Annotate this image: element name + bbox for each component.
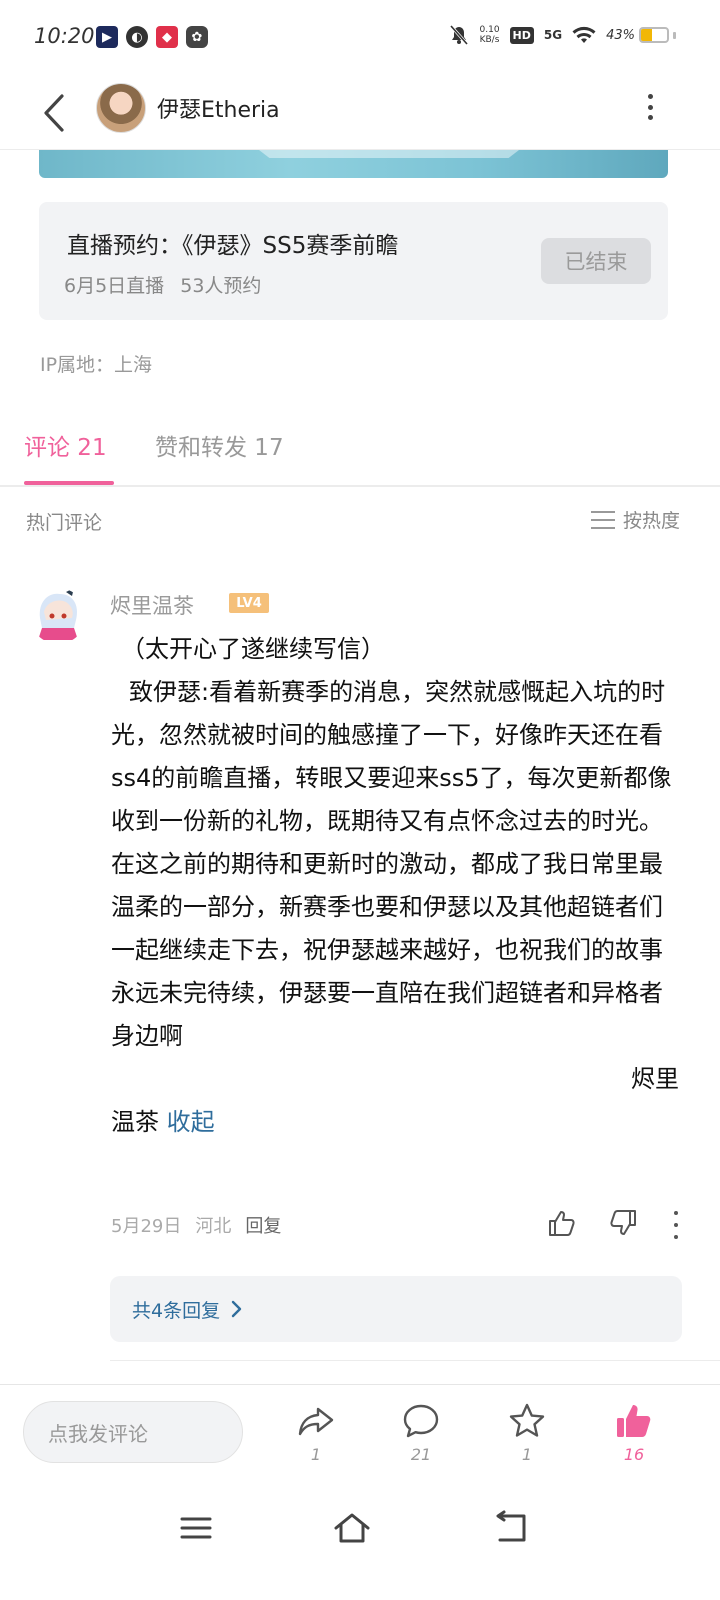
comment-meta: 5月29日 河北 回复 — [111, 1212, 281, 1238]
favorite-button[interactable]: 1 — [497, 1401, 557, 1471]
favorite-count: 1 — [521, 1445, 533, 1464]
comment-body: （太开心了遂继续写信） 致伊瑟:看着新赛季的消息，突然就感慨起入坑的时光，忽然就… — [111, 628, 679, 1144]
system-nav-bar — [0, 1480, 720, 1600]
comment-icon — [403, 1404, 439, 1438]
header: 伊瑟Etheria — [0, 76, 720, 150]
live-reservation-card[interactable]: 直播预约：《伊瑟》SS5赛季前瞻 6月5日直播 53人预约 已结束 — [39, 202, 668, 320]
comment-button[interactable]: 21 — [391, 1401, 451, 1471]
menu-icon — [180, 1517, 212, 1539]
home-icon — [334, 1513, 370, 1543]
comment-input[interactable]: 点我发评论 — [23, 1401, 243, 1463]
chevron-right-icon — [231, 1300, 242, 1318]
hd-badge: HD — [509, 26, 534, 44]
post-banner-image — [39, 150, 668, 178]
tab-comments[interactable]: 评论 21 — [24, 428, 107, 462]
like-button[interactable]: 16 — [604, 1401, 664, 1471]
comment-signature-line2: 温茶 — [111, 1108, 159, 1136]
comment-date: 5月29日 — [111, 1216, 182, 1237]
sort-label: 按热度 — [622, 510, 680, 532]
chevron-left-icon — [44, 94, 64, 132]
live-title: 直播预约：《伊瑟》SS5赛季前瞻 — [67, 233, 399, 259]
comment-signature: 烬里 — [631, 1065, 679, 1093]
back-arrow-icon — [496, 1510, 526, 1542]
net-speed-value: 0.10 — [479, 25, 500, 35]
tab-likes-shares[interactable]: 赞和转发 17 — [155, 428, 284, 462]
tabs: 评论 21 赞和转发 17 — [0, 410, 720, 487]
level-badge: LV4 — [229, 593, 269, 613]
share-icon — [298, 1407, 334, 1436]
battery-fill — [641, 29, 653, 41]
comment-paragraph: （太开心了遂继续写信） — [121, 635, 385, 663]
live-reservations: 53人预约 — [180, 275, 262, 297]
battery-percent: 43% — [606, 27, 635, 43]
comment-location: 河北 — [195, 1216, 232, 1237]
star-icon — [509, 1403, 545, 1437]
share-count: 1 — [310, 1445, 322, 1464]
view-replies-button[interactable]: 共4条回复 — [110, 1276, 682, 1342]
commenter-name[interactable]: 烬里温茶 — [110, 590, 194, 620]
app-notification-icon: ◆ — [156, 26, 178, 48]
battery-tip — [673, 31, 676, 39]
sort-button[interactable]: 按热度 — [590, 506, 680, 533]
more-menu-button[interactable] — [638, 90, 662, 124]
recent-apps-button[interactable] — [176, 1508, 216, 1548]
comment-paragraph: 致伊瑟:看着新赛季的消息，突然就感慨起入坑的时光，忽然就被时间的触感撞了一下，好… — [111, 678, 672, 1050]
anime-avatar-icon — [38, 588, 78, 640]
page-title[interactable]: 伊瑟Etheria — [157, 92, 280, 124]
status-time: 10:20 — [34, 24, 95, 48]
thumb-up-button[interactable] — [546, 1207, 578, 1239]
ended-button[interactable]: 已结束 — [541, 238, 651, 284]
net-speed: 0.10 KB/s — [480, 25, 500, 45]
thumb-up-icon — [549, 1211, 575, 1236]
avatar[interactable] — [96, 83, 146, 133]
share-button[interactable]: 1 — [286, 1401, 346, 1471]
thumb-up-filled-icon — [617, 1405, 651, 1437]
comment-signature-end: 温茶 收起 — [111, 1101, 679, 1144]
bottom-action-bar: 点我发评论 1 21 1 16 — [0, 1384, 720, 1480]
network-type: 5G — [543, 28, 563, 42]
app-notification-icon: ◐ — [126, 26, 148, 48]
collapse-link[interactable]: 收起 — [167, 1108, 215, 1136]
battery-indicator: 43% — [606, 27, 676, 43]
reply-button[interactable]: 回复 — [245, 1212, 281, 1238]
battery-icon — [639, 27, 669, 43]
ip-location: IP属地：上海 — [40, 354, 153, 376]
mute-bell-icon — [449, 25, 468, 45]
home-button[interactable] — [332, 1508, 372, 1548]
comment-more-button[interactable] — [671, 1211, 681, 1239]
back-button[interactable] — [36, 86, 76, 138]
like-count: 16 — [623, 1445, 645, 1464]
commenter-avatar[interactable] — [30, 588, 86, 644]
replies-link: 共4条回复 — [132, 1299, 221, 1322]
system-back-button[interactable] — [490, 1508, 530, 1548]
thumb-down-button[interactable] — [607, 1207, 639, 1239]
wifi-icon — [572, 26, 596, 43]
status-bar: 10:20 ▶ ◐ ◆ ✿ 0.10 KB/s HD 5G 43% — [0, 0, 720, 76]
app-notification-icon: ✿ — [186, 26, 208, 48]
comment-count: 21 — [410, 1445, 432, 1464]
live-date: 6月5日直播 — [64, 275, 165, 297]
divider — [110, 1360, 720, 1361]
live-subtitle: 6月5日直播 53人预约 — [64, 271, 261, 298]
app-notification-icon: ▶ — [96, 26, 118, 48]
thumb-down-icon — [610, 1210, 636, 1235]
hot-comments-label: 热门评论 — [26, 512, 103, 534]
net-speed-unit: KB/s — [479, 35, 500, 45]
tab-active-indicator — [24, 481, 114, 485]
sort-icon — [590, 510, 615, 529]
